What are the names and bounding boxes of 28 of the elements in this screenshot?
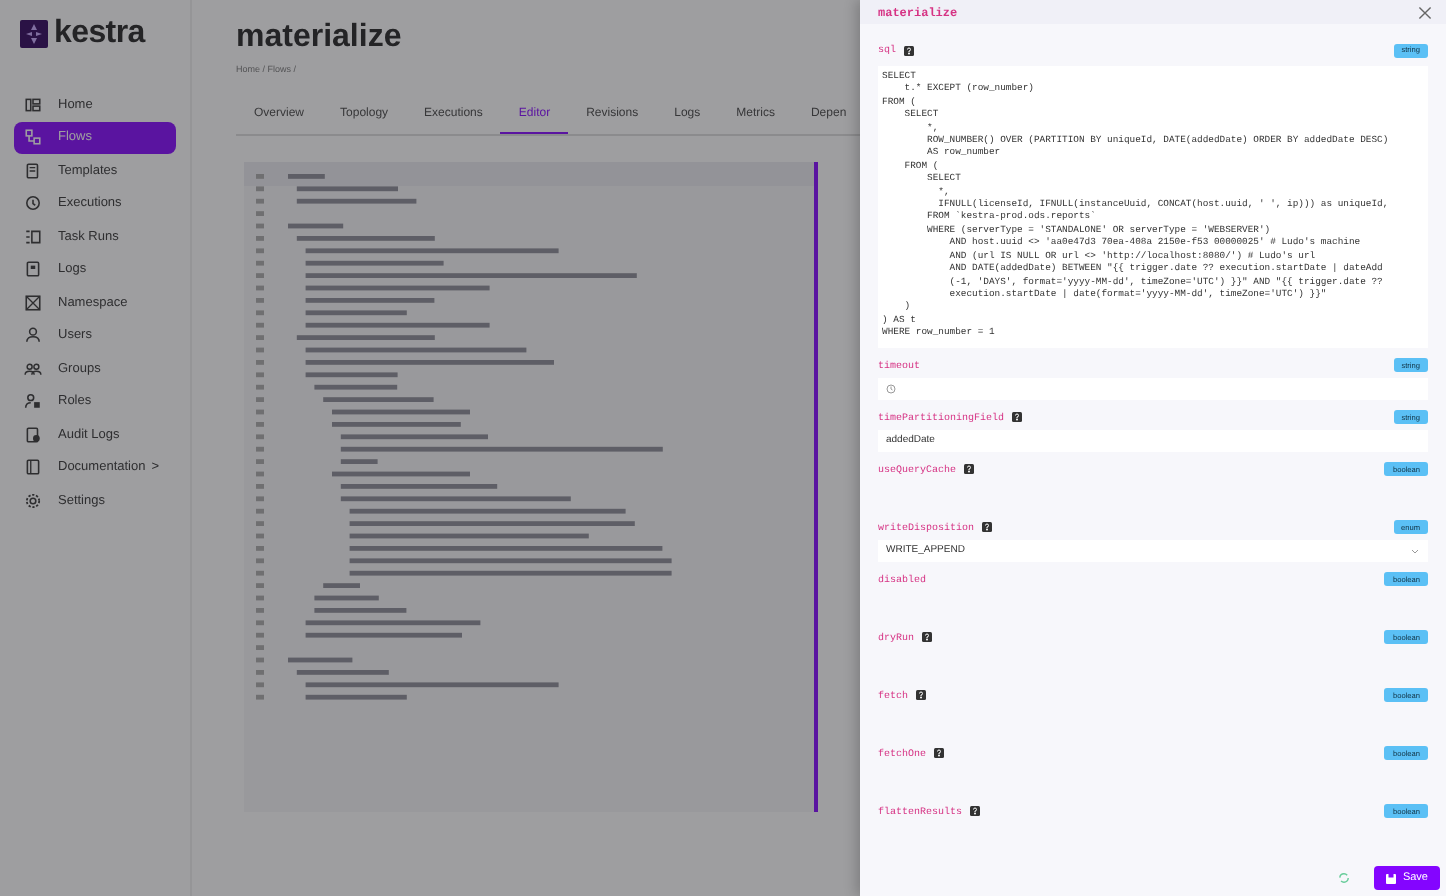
save-icon bbox=[1386, 873, 1397, 883]
flow-icon bbox=[24, 128, 42, 147]
logo-text: kestra bbox=[54, 16, 145, 52]
users-icon bbox=[24, 359, 42, 378]
help-icon[interactable] bbox=[916, 690, 927, 701]
file-icon bbox=[24, 260, 42, 279]
document-icon bbox=[24, 161, 42, 180]
help-icon[interactable] bbox=[1012, 412, 1023, 423]
help-icon[interactable] bbox=[904, 45, 915, 55]
help-icon[interactable] bbox=[934, 748, 945, 759]
audit-icon bbox=[24, 425, 42, 444]
logo-icon bbox=[20, 20, 48, 48]
clock-icon bbox=[886, 383, 896, 394]
gear-icon bbox=[24, 491, 42, 510]
help-icon[interactable] bbox=[982, 522, 993, 533]
help-icon[interactable] bbox=[964, 464, 975, 475]
list-icon bbox=[24, 227, 42, 246]
book-icon bbox=[24, 458, 42, 477]
help-icon[interactable] bbox=[922, 632, 933, 643]
layout-icon bbox=[24, 95, 42, 114]
box-icon bbox=[24, 293, 42, 312]
help-icon[interactable] bbox=[970, 806, 981, 817]
page-title: materialize bbox=[236, 20, 402, 56]
user-icon bbox=[24, 326, 42, 345]
clock-icon bbox=[24, 194, 42, 213]
duration-field[interactable] bbox=[878, 377, 1428, 400]
user-badge-icon bbox=[24, 392, 42, 411]
close-icon[interactable] bbox=[1418, 5, 1432, 19]
